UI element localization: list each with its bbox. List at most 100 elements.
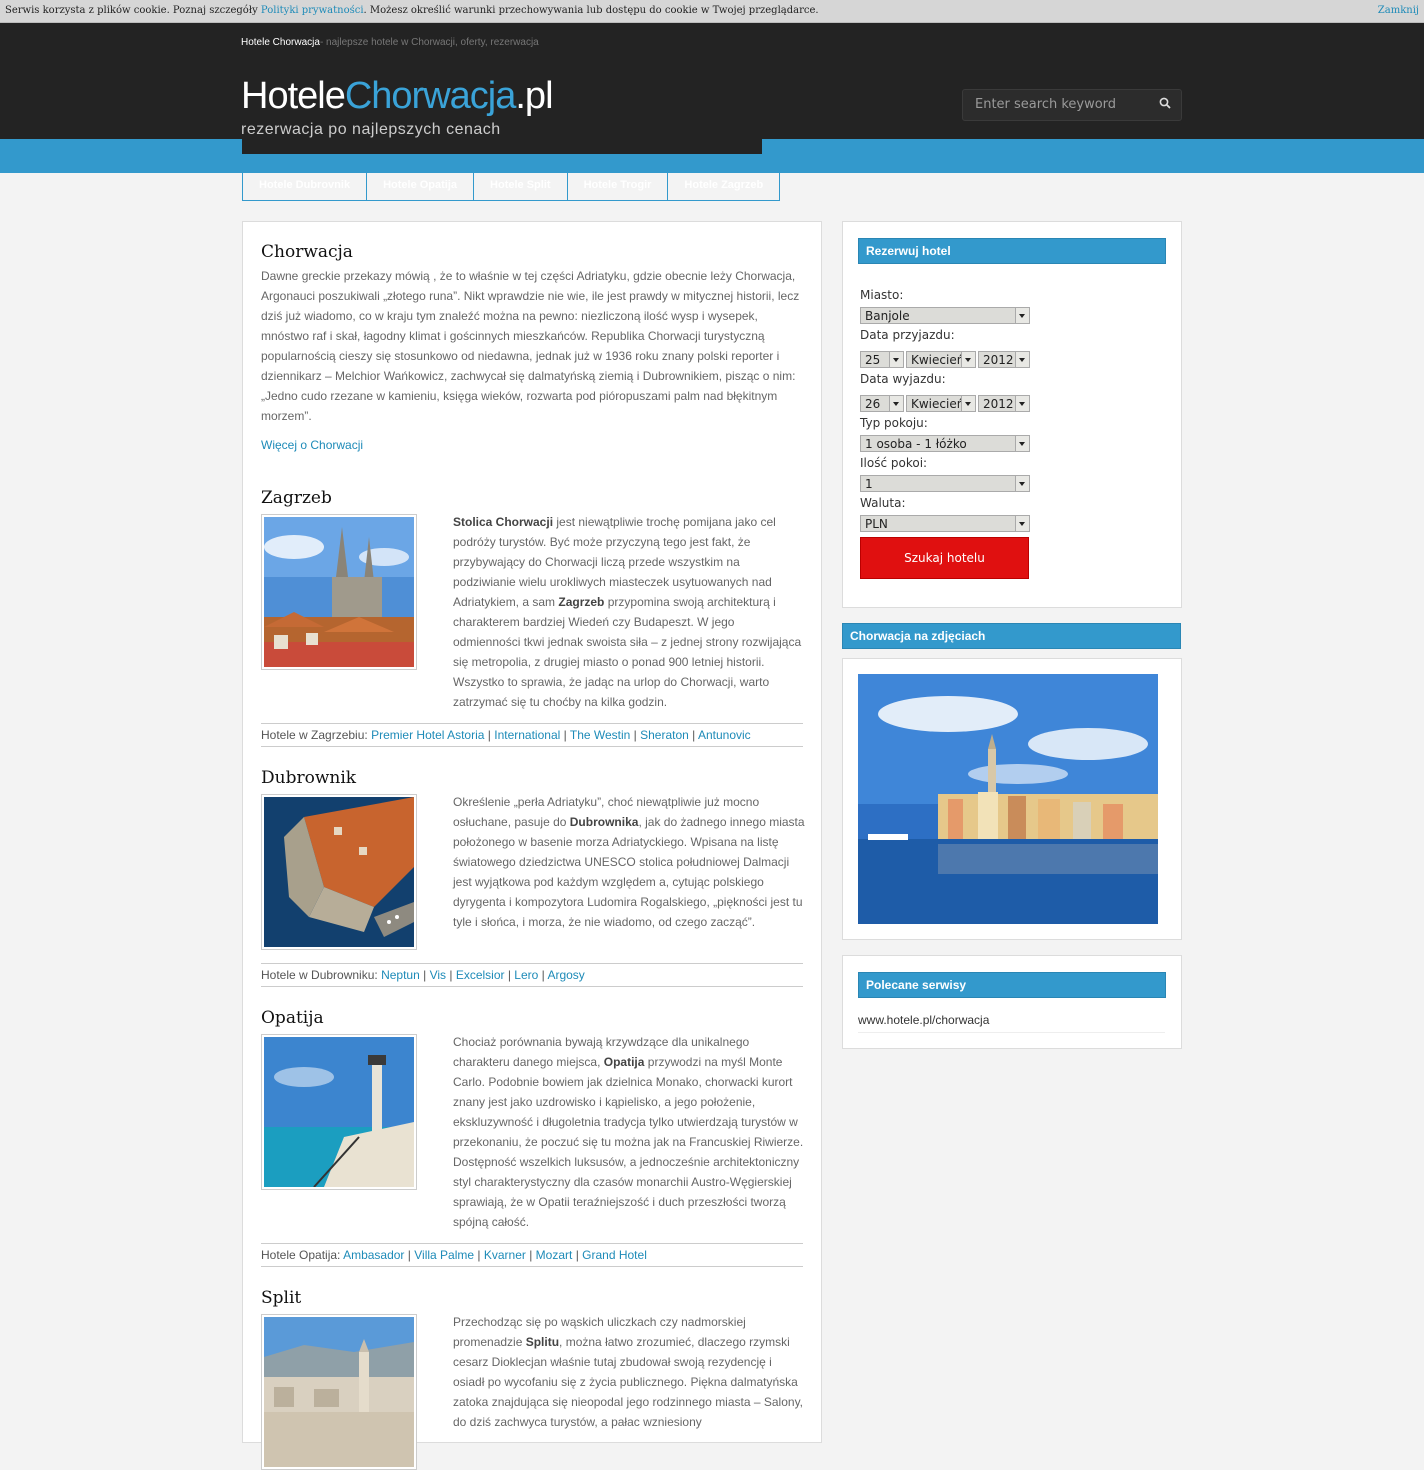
room-type-select[interactable]: 1 osoba - 1 łóżko	[860, 435, 1030, 452]
recommended-link[interactable]: www.hotele.pl/chorwacja	[858, 1013, 989, 1027]
hotel-link[interactable]: Villa Palme	[414, 1248, 474, 1262]
departure-year-value: 2012	[983, 397, 1014, 411]
chevron-down-icon	[1015, 516, 1029, 531]
hotel-link[interactable]: Mozart	[536, 1248, 573, 1262]
more-about-croatia-link[interactable]: Więcej o Chorwacji	[261, 438, 363, 452]
section-title-zagrzeb: Zagrzeb	[261, 488, 332, 508]
departure-year-select[interactable]: 2012	[978, 395, 1030, 412]
zagrzeb-bold-name: Zagrzeb	[558, 595, 605, 609]
hotel-link[interactable]: Antunovic	[698, 728, 751, 742]
nav-item-dubrovnik[interactable]: Hotele Dubrovnik	[242, 173, 367, 201]
privacy-policy-link[interactable]: Polityki prywatności	[261, 5, 364, 16]
nav-item-trogir[interactable]: Hotele Trogir	[566, 173, 668, 201]
dubrownik-photo[interactable]	[261, 794, 417, 950]
arrival-month-value: Kwiecień	[911, 353, 965, 367]
chevron-down-icon	[889, 352, 903, 367]
opatija-photo[interactable]	[261, 1034, 417, 1190]
photos-box	[842, 658, 1182, 940]
site-header: Hotele Chorwacja- najlepsze hotele w Cho…	[0, 23, 1424, 139]
cookie-close-link[interactable]: Zamknij	[1378, 0, 1419, 22]
departure-day-select[interactable]: 26	[860, 395, 904, 412]
cookie-text-after: . Możesz określić warunki przechowywania…	[363, 5, 819, 16]
logo-part-pl: .pl	[515, 75, 553, 117]
chevron-down-icon	[961, 396, 975, 411]
header-tagline: Hotele Chorwacja- najlepsze hotele w Cho…	[241, 37, 539, 48]
logo-part-chorwacja: Chorwacja	[344, 75, 517, 117]
opatija-bold-name: Opatija	[603, 1055, 645, 1069]
hotel-link[interactable]: Ambasador	[343, 1248, 404, 1262]
hotel-link[interactable]: Excelsior	[456, 968, 505, 982]
logo-part-hotele: Hotele	[241, 75, 346, 117]
hotel-link[interactable]: The Westin	[570, 728, 630, 742]
arrival-day-select[interactable]: 25	[860, 351, 904, 368]
departure-month-value: Kwiecień	[911, 397, 965, 411]
search-input[interactable]	[973, 96, 1147, 113]
dubrownik-bold-name: Dubrownika	[569, 815, 639, 829]
dubrownik-hotels-line: Hotele w Dubrowniku: Neptun | Vis | Exce…	[261, 963, 803, 987]
dubrownik-text-part2: , jak do żadnego innego miasta położoneg…	[453, 815, 805, 929]
hotels-label: Hotele w Zagrzebiu:	[261, 728, 372, 742]
rovinj-photo[interactable]	[858, 674, 1158, 924]
cookie-bar: Serwis korzysta z plików cookie. Poznaj …	[0, 0, 1424, 23]
city-select[interactable]: Banjole	[860, 307, 1030, 324]
split-photo[interactable]	[261, 1314, 417, 1470]
site-name[interactable]: Hotele Chorwacja	[241, 37, 320, 48]
recommended-box: Polecane serwisy www.hotele.pl/chorwacja	[842, 955, 1182, 1049]
hotel-link[interactable]: Vis	[430, 968, 446, 982]
intro-title: Chorwacja	[261, 242, 353, 262]
rooms-label: Ilość pokoi:	[860, 456, 928, 470]
zagrzeb-bold-capital: Stolica Chorwacji	[453, 515, 554, 529]
hotel-link[interactable]: Neptun	[381, 968, 420, 982]
dubrownik-text: Określenie „perła Adriatyku”, choć niewą…	[453, 792, 805, 932]
arrival-day-value: 25	[865, 353, 881, 367]
nav-item-zagrzeb[interactable]: Hotele Zagrzeb	[667, 173, 781, 201]
search-icon[interactable]	[1159, 97, 1171, 109]
rooms-select[interactable]: 1	[860, 475, 1030, 492]
nav-item-split[interactable]: Hotele Split	[473, 173, 567, 201]
hotel-link[interactable]: Grand Hotel	[582, 1248, 647, 1262]
section-title-split: Split	[261, 1288, 302, 1308]
currency-value: PLN	[865, 517, 888, 531]
search-box	[962, 89, 1182, 121]
arrival-month-select[interactable]: Kwiecień	[906, 351, 976, 368]
recommended-title: Polecane serwisy	[858, 972, 1166, 998]
hotels-label: Hotele Opatija:	[261, 1248, 344, 1262]
departure-label: Data wyjazdu:	[860, 372, 946, 386]
split-text-part2: , można łatwo zrozumieć, dlaczego rzymsk…	[453, 1335, 804, 1429]
hotel-link[interactable]: Kvarner	[484, 1248, 526, 1262]
nav-item-opatija[interactable]: Hotele Opatija	[366, 173, 474, 201]
logo-subtitle: rezerwacja po najlepszych cenach	[241, 121, 501, 138]
arrival-year-select[interactable]: 2012	[978, 351, 1030, 368]
zagrzeb-photo[interactable]	[261, 514, 417, 670]
section-title-dubrownik: Dubrownik	[261, 768, 357, 788]
chevron-down-icon	[1015, 308, 1029, 323]
site-logo[interactable]: HoteleChorwacja.pl	[241, 75, 554, 118]
hotels-label: Hotele w Dubrowniku:	[261, 968, 382, 982]
currency-select[interactable]: PLN	[860, 515, 1030, 532]
opatija-hotels-line: Hotele Opatija: Ambasador | Villa Palme …	[261, 1243, 803, 1267]
hotel-link[interactable]: Lero	[514, 968, 538, 982]
search-hotel-button[interactable]: Szukaj hotelu	[860, 537, 1029, 579]
city-value: Banjole	[865, 309, 910, 323]
currency-label: Waluta:	[860, 496, 906, 510]
logo-underbar	[242, 139, 762, 154]
zagrzeb-text: Stolica Chorwacji jest niewątpliwie troc…	[453, 512, 805, 712]
split-bold-name: Splitu	[525, 1335, 560, 1349]
hotel-link[interactable]: International	[494, 728, 560, 742]
city-label: Miasto:	[860, 288, 904, 302]
zagrzeb-text-part2: przypomina swoją architekturą i charakte…	[453, 595, 802, 709]
intro-text: Dawne greckie przekazy mówią , że to wła…	[261, 269, 800, 423]
hotel-link[interactable]: Sheraton	[640, 728, 689, 742]
departure-month-select[interactable]: Kwiecień	[906, 395, 976, 412]
opatija-text-part2: przywodzi na myśl Monte Carlo. Podobnie …	[453, 1055, 804, 1229]
room-type-value: 1 osoba - 1 łóżko	[865, 437, 967, 451]
tagline-text: - najlepsze hotele w Chorwacji, oferty, …	[319, 37, 539, 48]
divider	[858, 1032, 1165, 1033]
section-title-opatija: Opatija	[261, 1008, 324, 1028]
zagrzeb-hotels-line: Hotele w Zagrzebiu: Premier Hotel Astori…	[261, 723, 803, 747]
departure-day-value: 26	[865, 397, 881, 411]
chevron-down-icon	[1015, 476, 1029, 491]
room-type-label: Typ pokoju:	[860, 416, 928, 430]
hotel-link[interactable]: Premier Hotel Astoria	[371, 728, 484, 742]
hotel-link[interactable]: Argosy	[547, 968, 584, 982]
